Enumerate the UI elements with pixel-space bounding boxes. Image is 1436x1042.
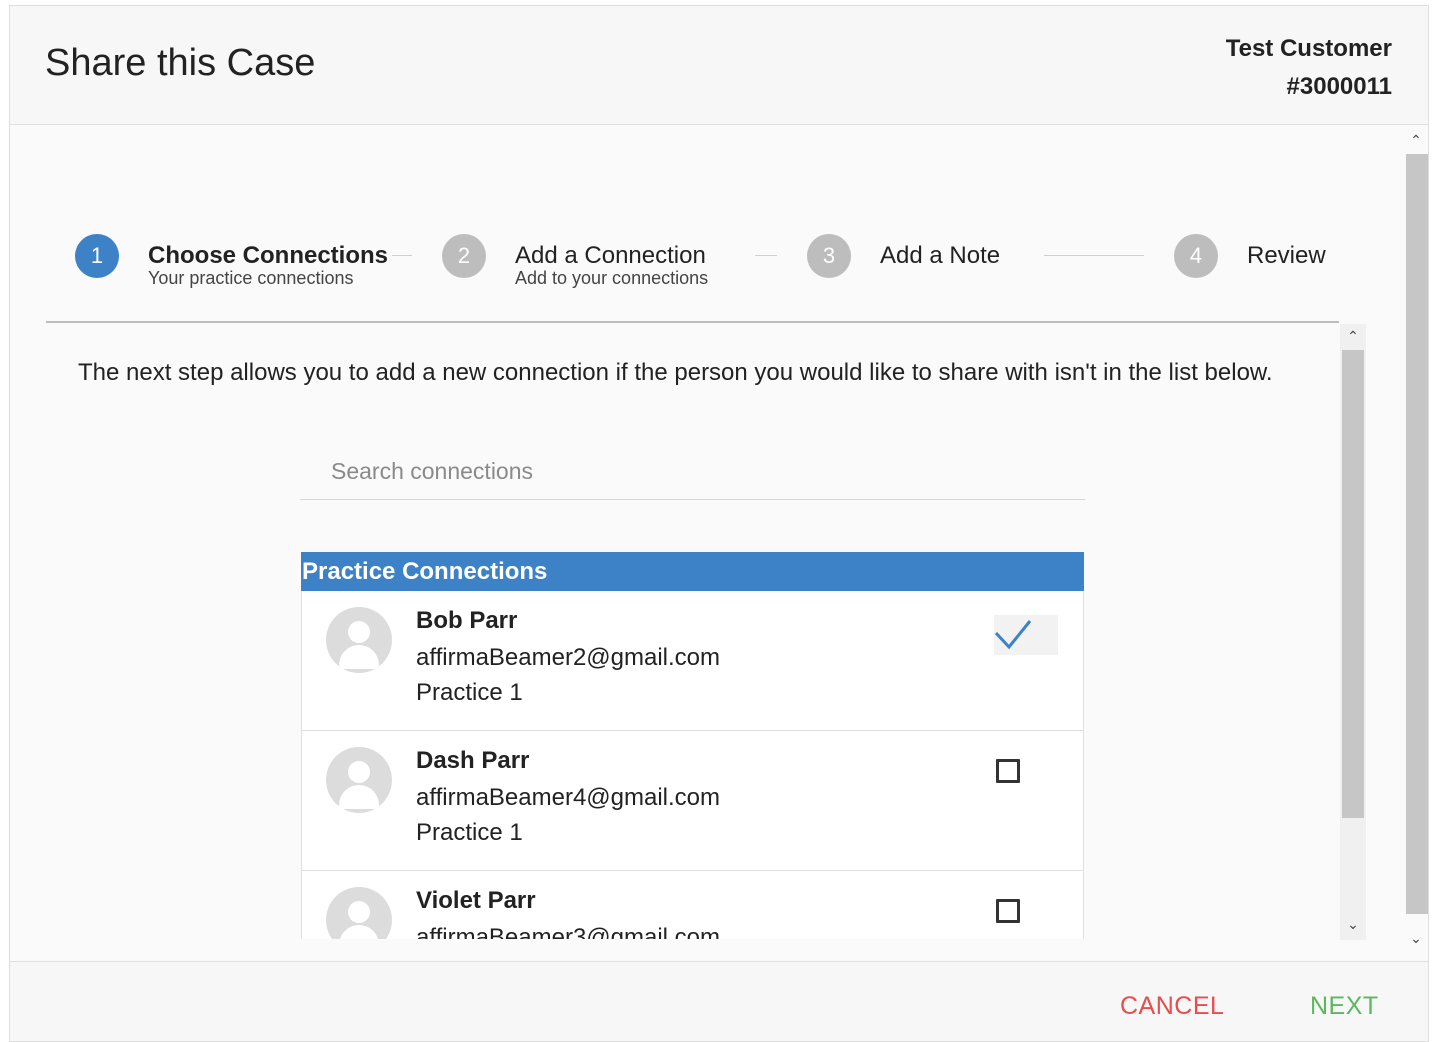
share-case-dialog: Share this Case Test Customer #3000011 ⌃… <box>9 5 1429 1042</box>
step-2-number: 2 <box>442 234 486 278</box>
step-connector <box>755 255 777 256</box>
step-1-number: 1 <box>75 234 119 278</box>
connection-name: Dash Parr <box>416 747 530 774</box>
connection-practice: Practice 1 <box>416 819 523 846</box>
select-checkbox[interactable] <box>996 759 1020 783</box>
select-checkbox[interactable] <box>996 899 1020 923</box>
step-2-subtitle: Add to your connections <box>515 268 709 288</box>
avatar-icon <box>326 607 392 673</box>
content-scroll-up-icon[interactable]: ⌃ <box>1343 328 1363 344</box>
dialog-footer: CANCEL NEXT <box>10 961 1428 1041</box>
step-1-title: Choose Connections <box>148 242 389 269</box>
list-header: Practice Connections <box>301 552 1084 591</box>
connections-list: Practice Connections Bob Parr affirmaBea… <box>301 552 1084 939</box>
connection-row[interactable]: Violet Parr affirmaBeamer3@gmail.com <box>301 871 1084 939</box>
step-4-number: 4 <box>1174 234 1218 278</box>
dialog-header: Share this Case Test Customer #3000011 <box>10 6 1428 125</box>
stepper-divider <box>46 321 1339 323</box>
connection-row[interactable]: Dash Parr affirmaBeamer4@gmail.com Pract… <box>301 731 1084 871</box>
dialog-scrollbar-thumb[interactable] <box>1406 154 1428 914</box>
dialog-title: Share this Case <box>45 42 316 84</box>
step-3-number: 3 <box>807 234 851 278</box>
scroll-down-arrow-icon[interactable]: ⌄ <box>1406 930 1426 946</box>
avatar-icon <box>326 887 392 939</box>
content-scroll-down-icon[interactable]: ⌄ <box>1343 916 1363 932</box>
customer-id: #3000011 <box>1286 73 1392 100</box>
connection-email: affirmaBeamer4@gmail.com <box>416 784 721 811</box>
connection-email: affirmaBeamer3@gmail.com <box>416 924 721 939</box>
connection-row[interactable]: Bob Parr affirmaBeamer2@gmail.com Practi… <box>301 591 1084 731</box>
step-2-title: Add a Connection <box>515 242 706 269</box>
intro-text: The next step allows you to add a new co… <box>78 359 1273 386</box>
content-scrollbar-thumb[interactable] <box>1342 350 1364 818</box>
connection-name: Violet Parr <box>416 887 536 914</box>
customer-info: Test Customer #3000011 <box>1226 30 1392 106</box>
connection-name: Bob Parr <box>416 607 518 634</box>
customer-name: Test Customer <box>1225 35 1392 62</box>
avatar-icon <box>326 747 392 813</box>
step-3-title: Add a Note <box>880 242 1001 269</box>
connection-practice: Practice 1 <box>416 679 523 706</box>
step-connector <box>1044 255 1144 256</box>
step-4-title: Review <box>1247 242 1326 269</box>
scroll-up-arrow-icon[interactable]: ⌃ <box>1406 132 1426 148</box>
cancel-button[interactable]: CANCEL <box>1120 992 1224 1021</box>
step-connector <box>392 255 412 256</box>
step-1-subtitle: Your practice connections <box>148 268 354 288</box>
next-button[interactable]: NEXT <box>1310 992 1379 1021</box>
selected-checkmark-icon[interactable] <box>994 615 1058 655</box>
connection-email: affirmaBeamer2@gmail.com <box>416 644 721 671</box>
search-connections-input[interactable] <box>300 443 1085 500</box>
